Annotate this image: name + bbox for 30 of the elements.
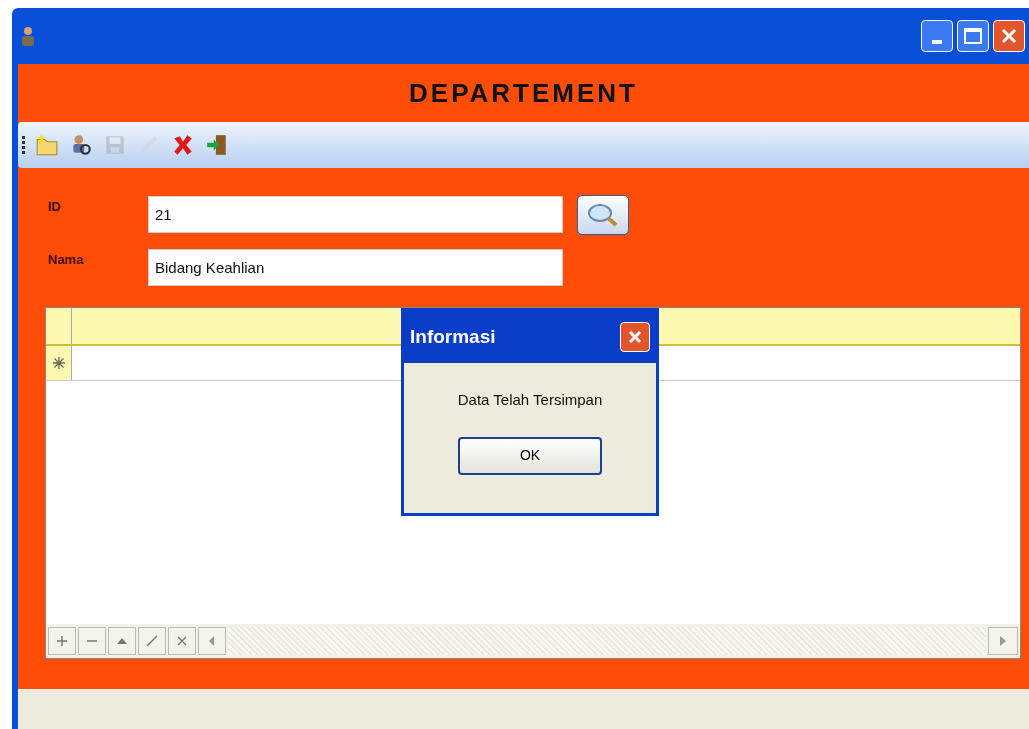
user-icon [20,25,36,47]
up-triangle-button[interactable] [108,627,136,655]
minimize-button[interactable] [921,20,953,52]
close-button[interactable] [620,322,650,352]
scroll-right-button[interactable] [988,627,1018,655]
cross-icon[interactable] [171,133,195,157]
ok-button[interactable]: OK [458,436,602,475]
door-arrow-icon[interactable] [205,133,229,157]
right-triangle-icon [1000,636,1006,646]
search-icon [586,201,620,228]
input-field[interactable]: 21 [148,196,563,233]
input-field[interactable]: Bidang Keahlian [148,249,563,286]
field-label: Nama [48,251,85,269]
cancel-button[interactable] [168,627,196,655]
minus-icon [84,639,100,643]
close-icon [1000,27,1018,45]
new-folder-icon[interactable] [35,133,59,157]
form-heading: DEPARTEMENT [409,76,638,110]
new-row-icon [52,357,65,369]
left-triangle-button[interactable] [198,627,226,655]
dialog-title: Informasi [410,324,496,349]
maximize-button[interactable] [957,20,989,52]
close-button[interactable] [993,20,1025,52]
plus-icon [54,633,70,649]
dialog-message: Data Telah Tersimpan [457,390,603,410]
minus-button[interactable] [78,627,106,655]
search-button[interactable] [577,194,629,235]
close-icon [627,329,643,345]
field-label: ID [48,198,62,216]
plus-button[interactable] [48,627,76,655]
